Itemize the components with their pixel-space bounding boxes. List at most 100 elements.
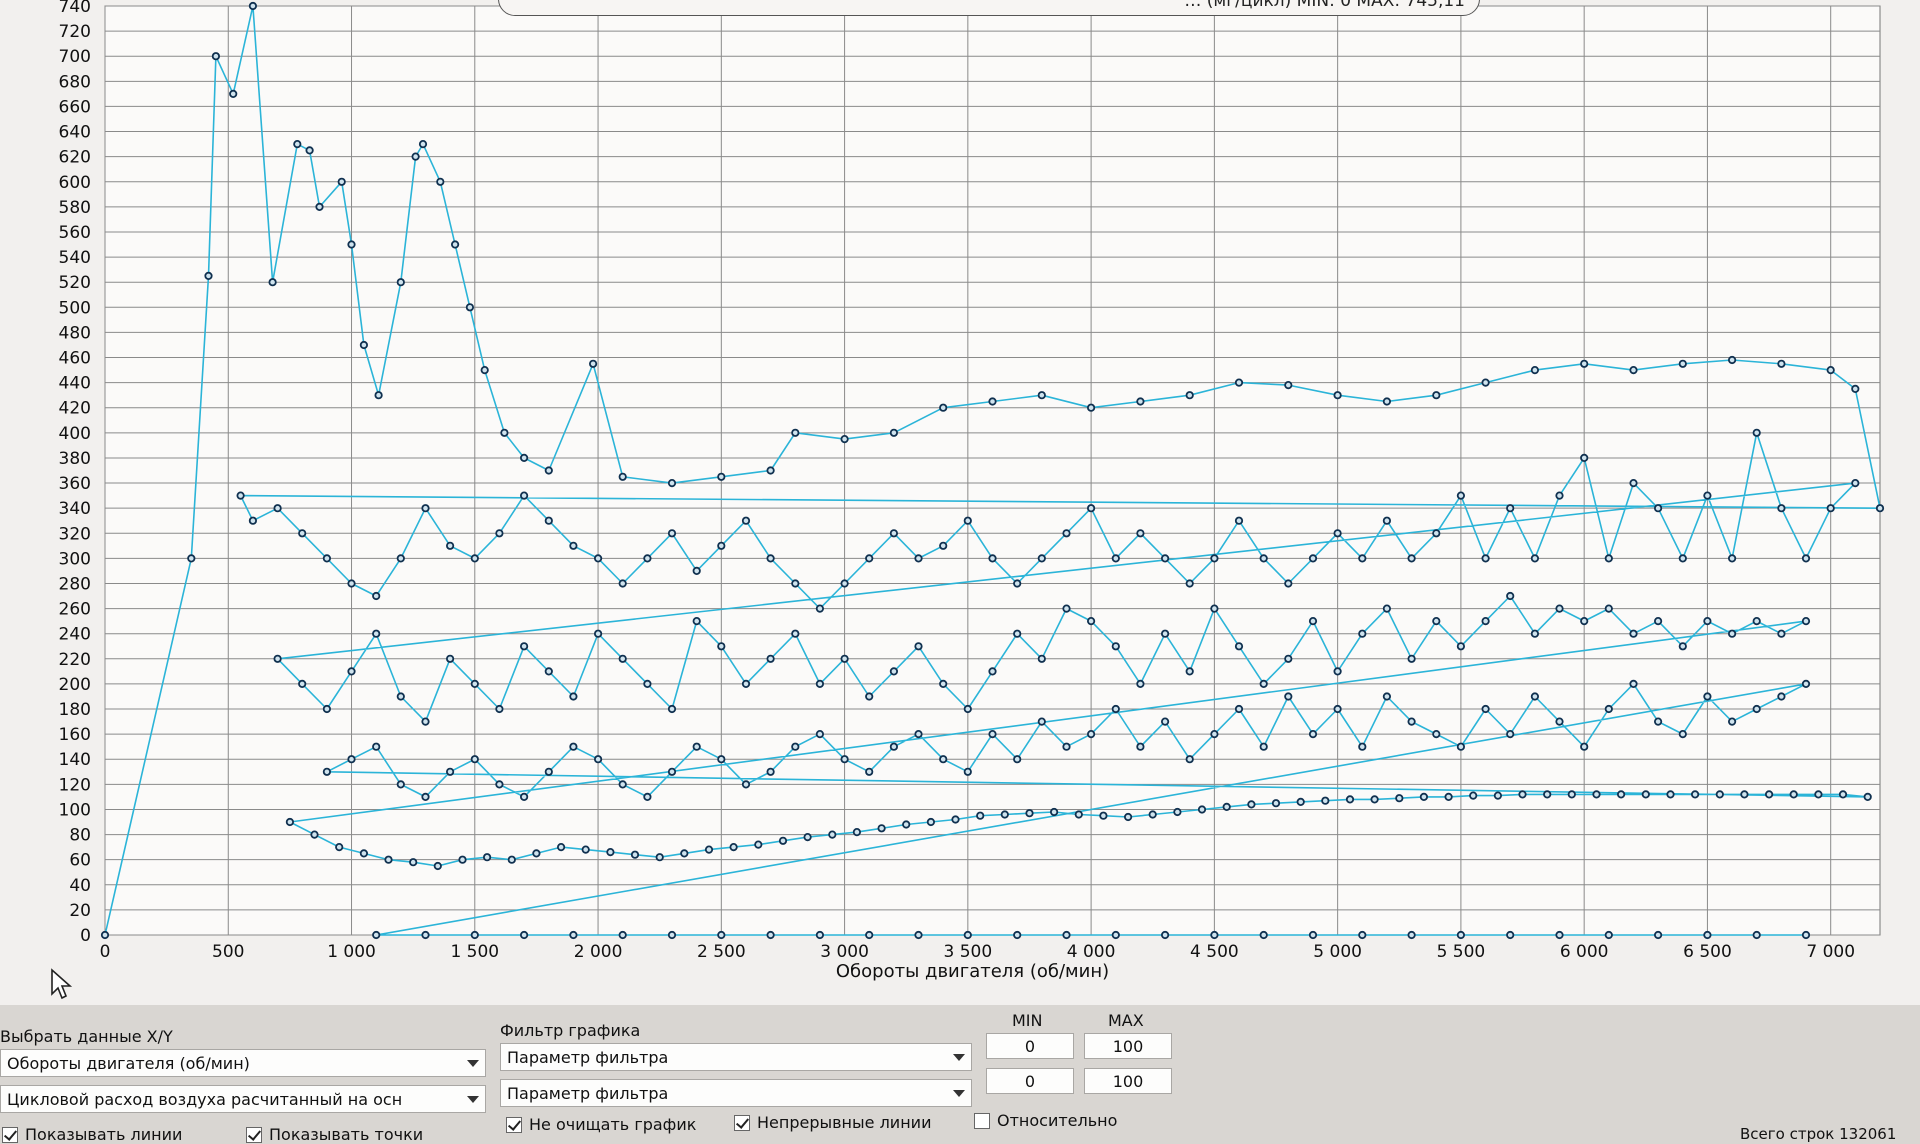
y-tick-label: 40 <box>69 876 91 896</box>
x-tick-label: 6 000 <box>1560 942 1609 962</box>
data-point <box>421 717 430 726</box>
filter-1-max-input[interactable]: 100 <box>1084 1033 1172 1059</box>
data-point <box>1013 629 1022 638</box>
data-point <box>445 541 455 550</box>
data-point <box>1801 554 1811 563</box>
data-point <box>409 858 418 867</box>
data-point <box>1801 930 1811 940</box>
y-tick-label: 360 <box>59 474 91 494</box>
data-point <box>1543 790 1552 799</box>
data-point <box>791 742 800 751</box>
data-point <box>1210 729 1219 739</box>
data-point <box>606 847 615 857</box>
select-xy-label: Выбрать данные X/Y <box>0 1027 173 1046</box>
data-point <box>1358 629 1367 638</box>
data-point <box>544 466 553 475</box>
y-tick-label: 100 <box>59 800 91 820</box>
data-point <box>569 742 578 751</box>
data-point <box>1333 704 1342 714</box>
y-tick-label: 200 <box>59 675 91 695</box>
filter-label: Фильтр графика <box>500 1021 641 1040</box>
checkbox-box[interactable] <box>2 1126 18 1143</box>
data-point <box>1025 809 1034 818</box>
filter-1-min-input[interactable]: 0 <box>986 1033 1074 1059</box>
data-point <box>1604 604 1613 613</box>
relative-checkbox[interactable]: Относительно <box>974 1111 1117 1130</box>
data-point <box>1234 642 1244 651</box>
dont-clear-chart-checkbox[interactable]: Не очищать график <box>506 1115 696 1134</box>
data-point <box>1382 604 1392 613</box>
data-point <box>347 240 356 249</box>
filter-2-min-input[interactable]: 0 <box>986 1068 1074 1094</box>
checkbox-box[interactable] <box>506 1116 522 1133</box>
x-data-select[interactable]: Обороты двигателя (об/мин) <box>0 1049 486 1077</box>
data-point <box>1062 742 1071 751</box>
data-point <box>815 679 825 689</box>
data-point <box>507 855 516 864</box>
data-point <box>618 472 627 481</box>
x-tick-label: 7 000 <box>1806 942 1855 962</box>
data-point <box>988 729 997 739</box>
data-point <box>532 849 541 858</box>
data-point <box>988 554 997 563</box>
data-point <box>1530 629 1540 638</box>
data-point <box>495 780 504 789</box>
data-point <box>1111 930 1120 940</box>
y-tick-label: 240 <box>59 625 91 645</box>
data-point <box>1259 930 1268 940</box>
data-point <box>1629 365 1638 375</box>
data-point <box>1752 930 1761 940</box>
data-point <box>1875 504 1885 513</box>
data-point <box>1752 616 1761 626</box>
x-tick-label: 3 000 <box>820 942 869 962</box>
show-lines-checkbox[interactable]: Показывать линии <box>2 1125 182 1144</box>
y-tick-label: 580 <box>59 198 91 218</box>
data-point <box>963 516 972 525</box>
data-point <box>1321 796 1330 805</box>
data-point <box>1481 378 1490 387</box>
chart-title-pill: … (мг/цикл) MIN: 0 MAX: 745,11 <box>498 0 1480 16</box>
y-tick-label: 700 <box>59 47 91 67</box>
data-point <box>1641 790 1650 799</box>
data-point <box>840 434 849 444</box>
data-point <box>1136 742 1145 751</box>
filter-select-1[interactable]: Параметр фильтра <box>500 1043 972 1071</box>
data-point <box>1456 930 1466 940</box>
checkbox-box[interactable] <box>246 1126 262 1143</box>
data-point <box>1506 591 1515 601</box>
x-tick-label: 0 <box>100 942 111 962</box>
data-point <box>1111 554 1120 563</box>
data-point <box>581 845 590 854</box>
show-points-checkbox[interactable]: Показывать точки <box>246 1125 423 1144</box>
data-point <box>1580 453 1589 462</box>
filter-2-max-input[interactable]: 100 <box>1084 1068 1172 1094</box>
data-point <box>865 767 874 776</box>
chevron-down-icon[interactable] <box>947 1080 971 1106</box>
data-point <box>273 654 282 663</box>
data-point <box>372 591 381 601</box>
data-point <box>359 849 368 858</box>
chevron-down-icon[interactable] <box>461 1050 485 1076</box>
chevron-down-icon[interactable] <box>947 1044 971 1070</box>
show-points-label: Показывать точки <box>269 1125 424 1144</box>
continuous-lines-checkbox[interactable]: Непрерывные линии <box>734 1113 931 1132</box>
filter-select-2[interactable]: Параметр фильтра <box>500 1079 972 1107</box>
data-point <box>840 654 849 663</box>
checkbox-box[interactable] <box>974 1112 990 1129</box>
data-point <box>470 930 479 940</box>
data-point <box>1678 642 1687 651</box>
y-tick-label: 640 <box>59 123 91 143</box>
data-point <box>889 428 899 437</box>
y-data-select[interactable]: Цикловой расход воздуха расчитанный на о… <box>0 1085 486 1113</box>
checkbox-box[interactable] <box>734 1114 750 1131</box>
data-point <box>1604 554 1613 563</box>
data-point <box>1777 359 1786 368</box>
x-tick-label: 1 500 <box>450 942 499 962</box>
data-point <box>1629 478 1638 488</box>
mouse-cursor-icon <box>51 968 73 1000</box>
controls-panel: Выбрать данные X/Y Обороты двигателя (об… <box>0 1005 1920 1144</box>
data-point <box>1087 616 1096 626</box>
chevron-down-icon[interactable] <box>461 1086 485 1112</box>
data-point <box>939 679 948 689</box>
y-tick-label: 380 <box>59 449 91 469</box>
